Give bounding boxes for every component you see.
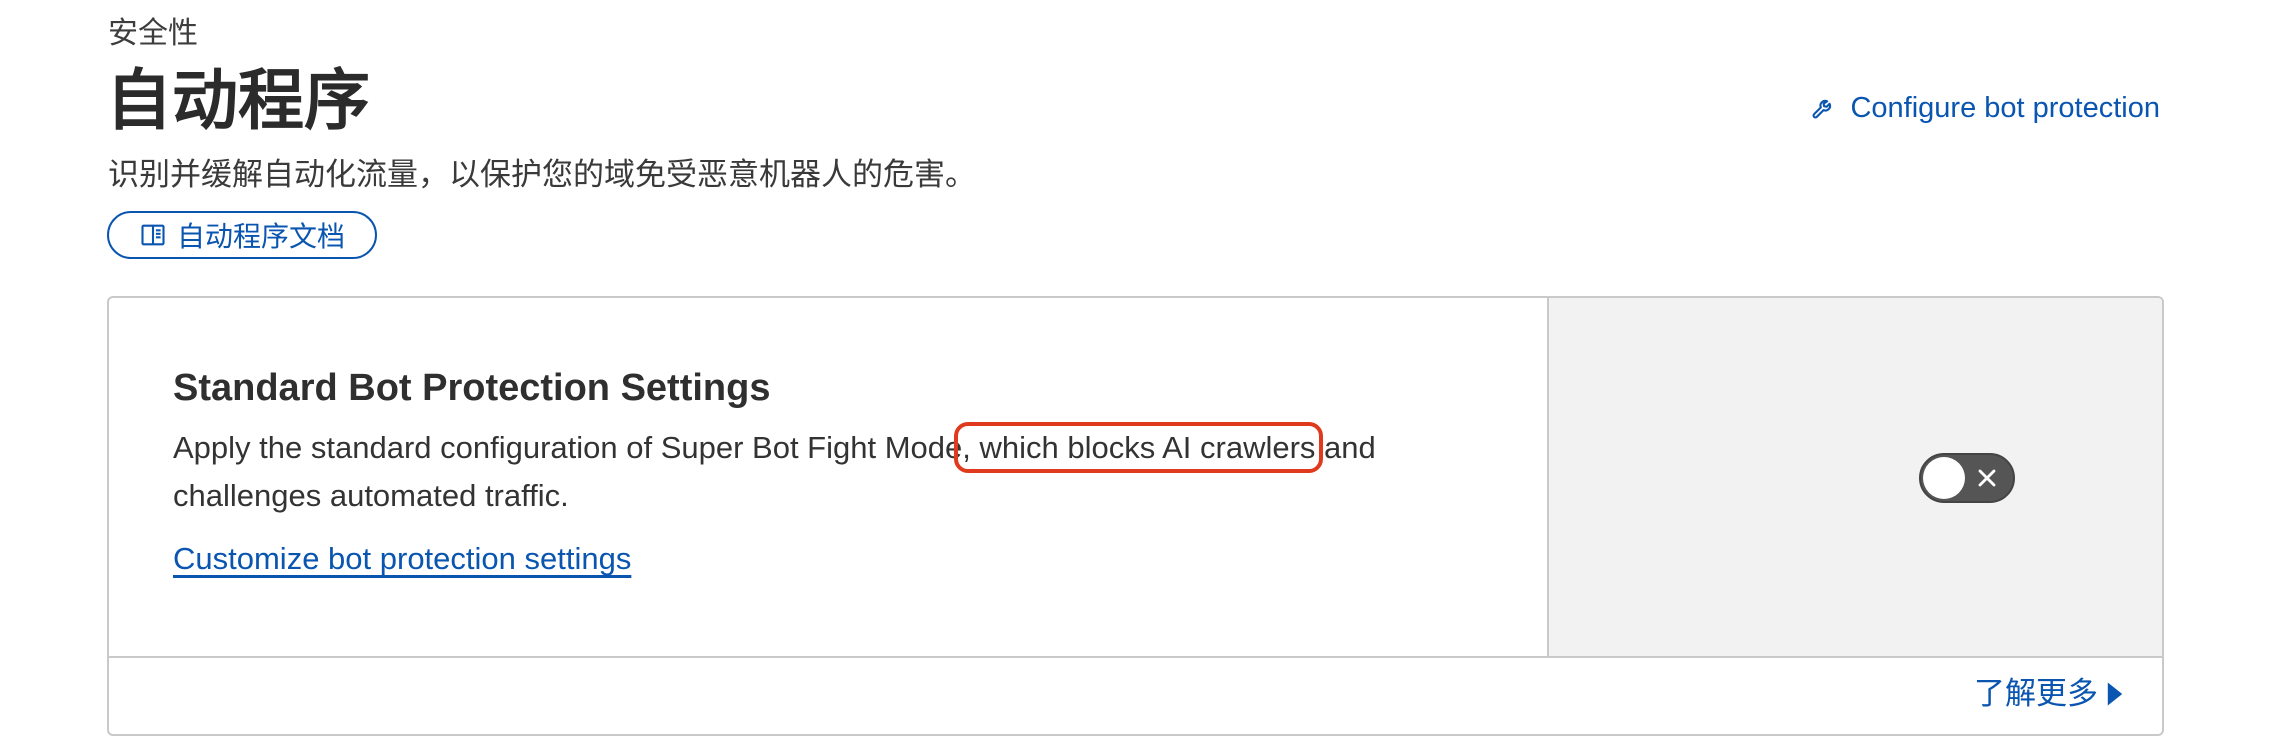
configure-bot-protection-link[interactable]: Configure bot protection <box>1810 90 2160 126</box>
customize-bot-protection-link[interactable]: Customize bot protection settings <box>173 538 631 580</box>
bots-docs-button[interactable]: 自动程序文档 <box>107 211 378 259</box>
page-title: 自动程序 <box>106 63 370 137</box>
card-control-panel <box>1549 298 2162 656</box>
card-body: Standard Bot Protection Settings Apply t… <box>109 298 2162 658</box>
wrench-icon <box>1813 99 1832 119</box>
card-title: Standard Bot Protection Settings <box>173 367 771 409</box>
card-content: Standard Bot Protection Settings Apply t… <box>109 298 1549 656</box>
description-text-start: Apply the standard configuration of Supe… <box>173 430 963 465</box>
toggle-knob <box>1923 457 1965 499</box>
learn-more-link[interactable]: 了解更多 <box>1974 674 2124 714</box>
bots-page: 安全性 自动程序 Configure bot protection 识别并缓解自… <box>0 0 2276 738</box>
bot-protection-card: Standard Bot Protection Settings Apply t… <box>107 296 2164 736</box>
close-icon <box>1978 469 1996 487</box>
docs-button-label: 自动程序文档 <box>177 221 346 252</box>
configure-link-label: Configure bot protection <box>1850 92 2160 124</box>
caret-right-icon <box>2107 682 2123 706</box>
breadcrumb[interactable]: 安全性 <box>108 14 198 54</box>
card-footer: 了解更多 <box>109 658 2162 734</box>
highlighted-text: , which blocks AI crawlers <box>954 422 1324 473</box>
book-icon <box>141 224 165 246</box>
bot-protection-toggle[interactable] <box>1919 453 2015 503</box>
card-description: Apply the standard configuration of Supe… <box>173 422 1493 520</box>
learn-more-label: 了解更多 <box>1974 676 2098 711</box>
page-description: 识别并缓解自动化流量，以保护您的域免受恶意机器人的危害。 <box>108 157 976 192</box>
